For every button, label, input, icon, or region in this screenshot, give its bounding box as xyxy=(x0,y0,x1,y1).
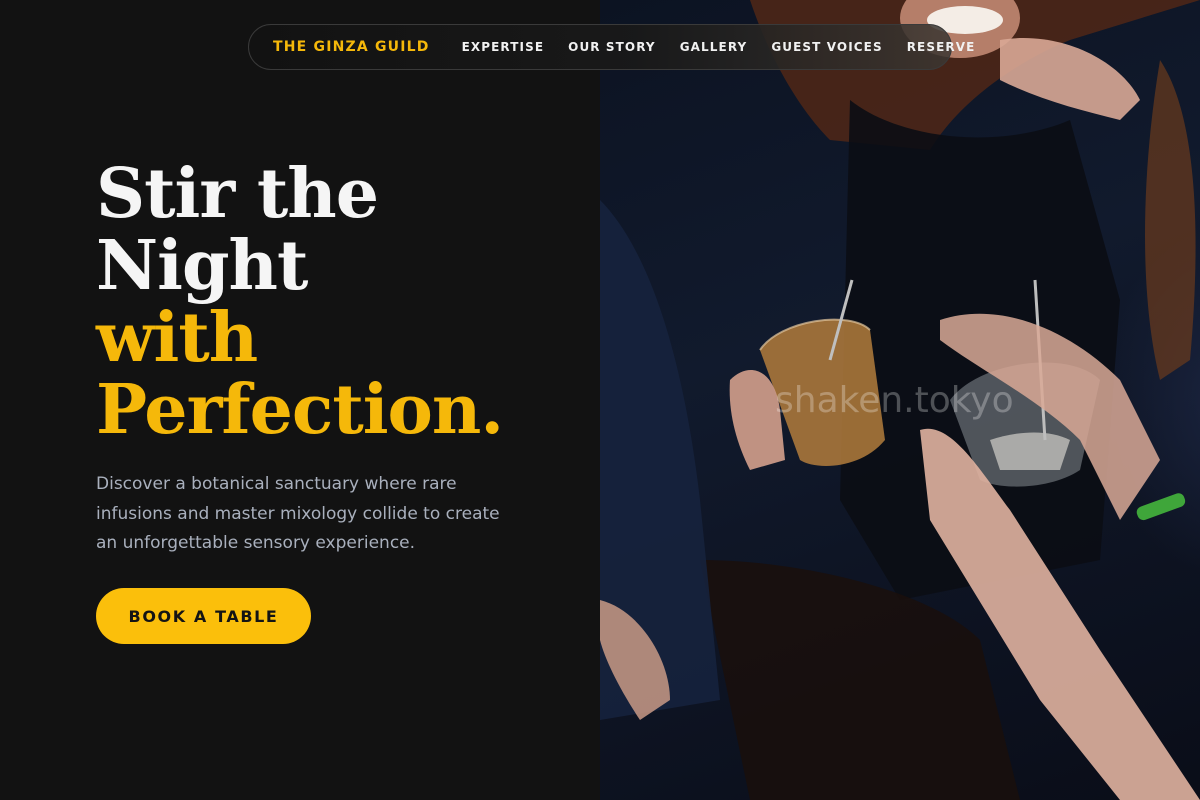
book-a-table-button[interactable]: BOOK A TABLE xyxy=(96,588,311,644)
hero-headline: Stir the Night with Perfection. xyxy=(96,158,576,446)
watermark-text: shaken.tokyo xyxy=(775,380,1014,421)
nav-link-expertise[interactable]: EXPERTISE xyxy=(462,40,545,54)
nav-link-reserve[interactable]: RESERVE xyxy=(907,40,976,54)
hero-photo: shaken.tokyo xyxy=(600,0,1200,800)
hero-description: Discover a botanical sanctuary where rar… xyxy=(96,474,500,553)
headline-line-4: Perfection. xyxy=(96,370,504,450)
headline-line-1: Stir the xyxy=(96,154,379,234)
nav-link-our-story[interactable]: OUR STORY xyxy=(568,40,656,54)
brand-logo[interactable]: THE GINZA GUILD xyxy=(273,39,430,55)
headline-line-3: with xyxy=(96,298,258,378)
top-navigation-bar: THE GINZA GUILD EXPERTISE OUR STORY GALL… xyxy=(248,24,974,70)
headline-line-2: Night xyxy=(96,226,308,306)
nav-link-gallery[interactable]: GALLERY xyxy=(680,40,748,54)
nav-link-guest-voices[interactable]: GUEST VOICES xyxy=(771,40,882,54)
